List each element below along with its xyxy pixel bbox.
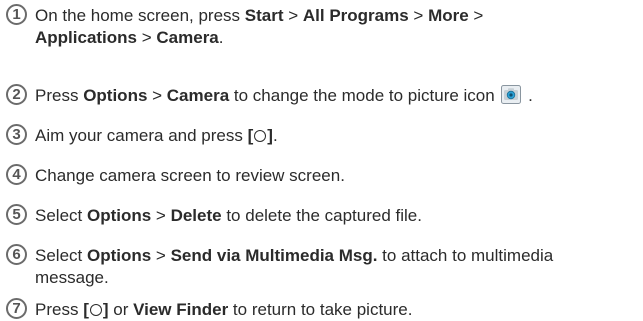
- step-text: Aim your camera and press [].: [35, 125, 635, 147]
- bold-term: Camera: [156, 28, 219, 47]
- bold-term: View Finder: [133, 300, 229, 319]
- step-text-run: Change camera screen to review screen.: [35, 166, 345, 185]
- step-text-run: >: [137, 28, 157, 47]
- step-number: 6: [6, 244, 27, 265]
- step-text: Press Options > Camera to change the mod…: [35, 85, 635, 107]
- bold-term: Start: [244, 6, 284, 25]
- step-number: 1: [6, 4, 27, 25]
- step-text-run: to change the mode to picture icon: [229, 86, 500, 105]
- step-text-run: .: [272, 126, 278, 145]
- step-number: 3: [6, 124, 27, 145]
- step-text-run: to attach to multimedia: [377, 246, 554, 265]
- step-text: Select Options > Send via Multimedia Msg…: [35, 245, 635, 289]
- step-text-run: >: [147, 86, 167, 105]
- bold-term: Send via Multimedia Msg.: [170, 246, 378, 265]
- step-number: 4: [6, 164, 27, 185]
- step-text: Change camera screen to review screen.: [35, 165, 635, 187]
- step-text-run: >: [151, 206, 171, 225]
- step-text-run: Press: [35, 300, 84, 319]
- step-text-run: .: [218, 28, 224, 47]
- bold-term: [: [83, 300, 89, 319]
- step-text: Select Options > Delete to delete the ca…: [35, 205, 635, 227]
- step-text-run: Aim your camera and press: [35, 126, 248, 145]
- step-text-run: Press: [35, 86, 84, 105]
- step-text-run: Select: [35, 206, 87, 225]
- step-text-run: >: [468, 6, 484, 25]
- bold-term: Options: [86, 246, 152, 265]
- step-number: 5: [6, 204, 27, 225]
- bold-term: Options: [86, 206, 152, 225]
- step-text-run: message.: [35, 268, 109, 287]
- bold-term: [: [247, 126, 254, 145]
- step-text-run: .: [523, 86, 533, 105]
- step-number: 2: [6, 84, 27, 105]
- bold-term: Delete: [170, 206, 222, 225]
- step-text-run: >: [408, 6, 429, 25]
- step-text-run: or: [108, 300, 134, 319]
- step-text: On the home screen, press Start > All Pr…: [35, 5, 635, 49]
- bold-term: Applications: [35, 28, 138, 47]
- bold-term: Camera: [166, 86, 230, 105]
- camera-icon: [501, 85, 522, 104]
- center-button-icon: [89, 304, 102, 316]
- step-text-run: to return to take picture.: [228, 300, 413, 319]
- bold-term: More: [428, 6, 469, 25]
- step-text: Press [] or View Finder to return to tak…: [35, 299, 635, 321]
- step-text-run: Select: [35, 246, 87, 265]
- step-text-run: >: [283, 6, 303, 25]
- step-text-run: On the home screen, press: [35, 6, 245, 25]
- center-button-icon: [254, 130, 267, 142]
- step-text-run: to delete the captured file.: [221, 206, 422, 225]
- bold-term: All Programs: [302, 6, 409, 25]
- step-text-run: >: [151, 246, 171, 265]
- bold-term: Options: [83, 86, 148, 105]
